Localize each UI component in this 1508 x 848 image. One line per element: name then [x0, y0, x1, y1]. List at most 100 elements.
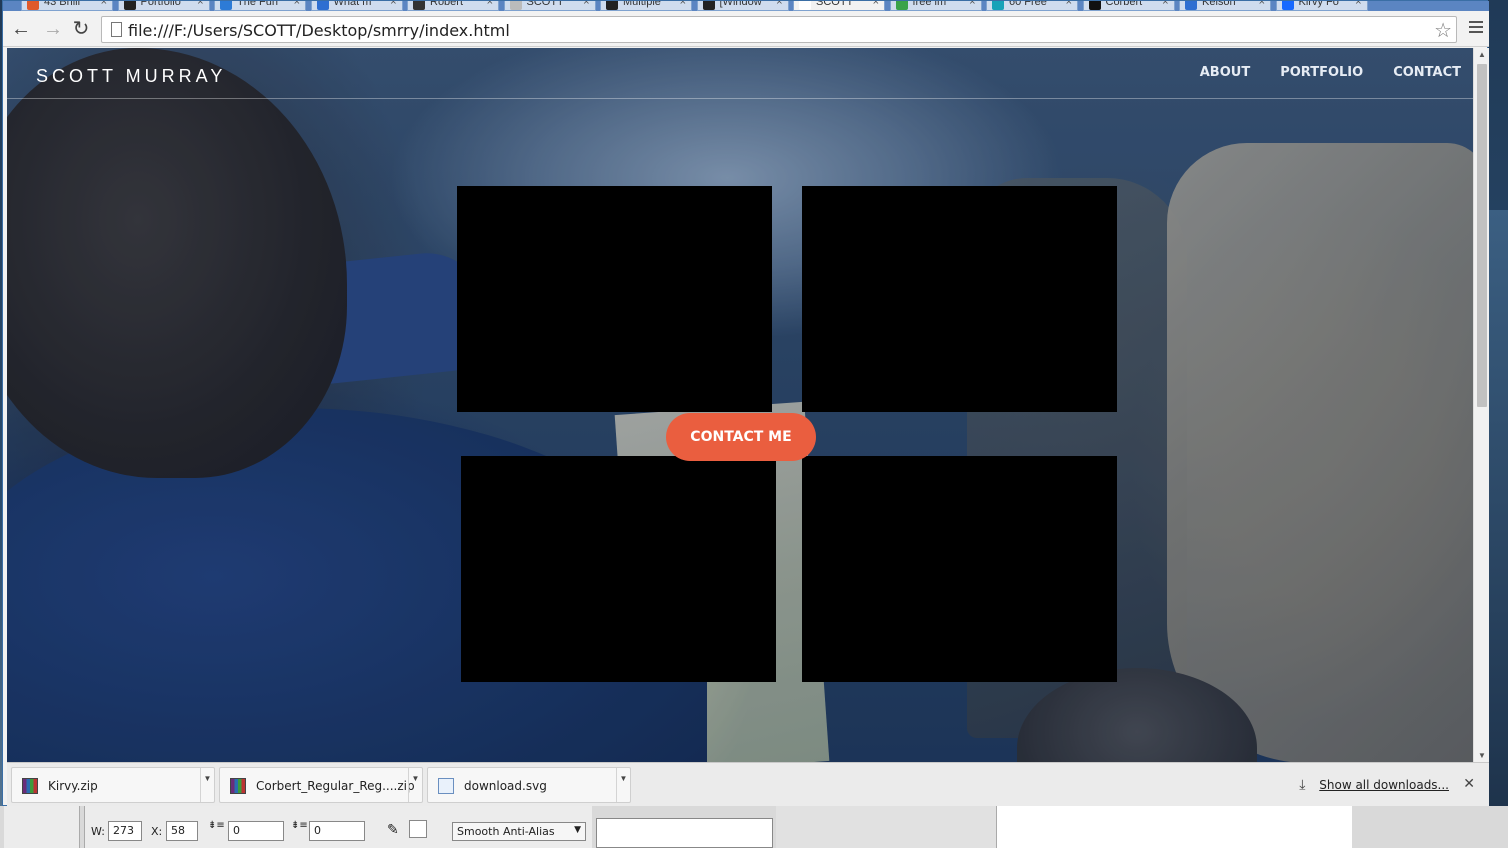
tracking-icon: ⇟≡ — [291, 820, 308, 831]
antialias-select[interactable]: Smooth Anti-Alias ▼ — [452, 822, 586, 841]
address-url[interactable]: file:///F:/Users/SCOTT/Desktop/smrry/ind… — [128, 21, 510, 40]
browser-tab[interactable]: SCOTT × — [503, 1, 596, 11]
reload-icon[interactable]: ↻ — [69, 17, 93, 41]
portfolio-tile-2[interactable] — [802, 186, 1117, 412]
x-field[interactable]: 58 — [166, 821, 198, 841]
tab-favicon-icon — [702, 1, 715, 10]
tab-favicon-icon — [509, 1, 522, 10]
forward-arrow-icon[interactable]: → — [41, 17, 65, 41]
portfolio-tile-3[interactable] — [461, 456, 776, 682]
download-arrow-icon: ⤓ — [1299, 777, 1306, 793]
tab-label: Portfolio — [140, 1, 181, 8]
webpage-viewport: SCOTT MURRAY ABOUT PORTFOLIO CONTACT CON… — [7, 48, 1473, 762]
browser-tab[interactable]: Robert × — [407, 1, 499, 11]
bookmark-star-icon[interactable]: ☆ — [1434, 18, 1452, 43]
tab-favicon-icon — [123, 1, 136, 10]
tab-close-icon[interactable]: × — [680, 1, 686, 8]
tab-favicon-icon — [316, 1, 329, 10]
chevron-down-icon: ▼ — [574, 825, 581, 835]
scroll-up-icon[interactable]: ▲ — [1478, 50, 1486, 59]
stroke-color-icon[interactable] — [409, 820, 427, 838]
browser-tab[interactable]: Portfolio × — [117, 1, 210, 11]
nav-contact[interactable]: CONTACT — [1393, 65, 1461, 80]
tab-close-icon[interactable]: × — [487, 1, 493, 8]
tab-favicon-icon — [27, 1, 39, 10]
pencil-icon[interactable]: ✎ — [387, 822, 399, 838]
background-app-left-panel — [4, 806, 80, 848]
page-icon — [111, 22, 122, 37]
chevron-down-icon[interactable]: ▼ — [200, 768, 214, 802]
browser-tab[interactable]: free im × — [889, 1, 982, 11]
site-brand[interactable]: SCOTT MURRAY — [36, 66, 226, 87]
download-item[interactable]: download.svg ▼ — [427, 767, 631, 803]
tab-label: What m — [333, 1, 372, 8]
browser-window: 43 Brilli × Portfolio × The Fun × What m × Rober… — [2, 0, 1489, 806]
scroll-down-icon[interactable]: ▼ — [1478, 751, 1486, 760]
tab-label: The Fun — [237, 1, 278, 8]
page-scrollbar[interactable]: ▲ ▼ — [1473, 48, 1489, 762]
tab-close-icon[interactable]: × — [1259, 1, 1265, 8]
tab-label: Kelson — [1202, 1, 1236, 8]
tab-label: Multiple — [623, 1, 661, 8]
back-arrow-icon[interactable]: ← — [9, 17, 33, 41]
width-label: W: — [91, 825, 105, 838]
tab-label: [Window — [719, 1, 762, 8]
download-filename: download.svg — [464, 779, 547, 793]
tab-close-icon[interactable]: × — [101, 1, 107, 8]
tab-label: 43 Brilli — [44, 1, 81, 8]
browser-tab[interactable]: 43 Brilli × — [21, 1, 113, 11]
background-app-field-area — [596, 818, 773, 848]
tab-close-icon[interactable]: × — [1355, 1, 1361, 8]
tab-label: Kirvy Fo — [1298, 1, 1339, 8]
tab-close-icon[interactable]: × — [390, 1, 396, 8]
tab-close-icon[interactable]: × — [1066, 1, 1072, 8]
chevron-down-icon[interactable]: ▼ — [408, 768, 422, 802]
show-all-downloads-link[interactable]: ⤓ Show all downloads... — [1299, 777, 1449, 793]
browser-tab[interactable]: The Fun × — [214, 1, 306, 11]
scrollbar-thumb[interactable] — [1477, 64, 1487, 407]
portfolio-tile-4[interactable] — [802, 456, 1117, 682]
tab-close-icon[interactable]: × — [873, 1, 879, 8]
browser-tab[interactable]: Kelson × — [1179, 1, 1271, 11]
tab-close-icon[interactable]: × — [969, 1, 975, 8]
nav-portfolio[interactable]: PORTFOLIO — [1280, 65, 1363, 80]
portfolio-tile-1[interactable] — [457, 186, 772, 412]
nav-about[interactable]: ABOUT — [1200, 65, 1250, 80]
leading-icon: ⇟≡ — [208, 820, 225, 831]
leading-field[interactable]: 0 — [228, 821, 284, 841]
background-app-canvas — [996, 806, 1352, 848]
browser-tab[interactable]: What m × — [310, 1, 403, 11]
download-filename: Corbert_Regular_Reg....zip — [256, 779, 415, 793]
tab-close-icon[interactable]: × — [197, 1, 203, 8]
show-all-downloads-label: Show all downloads... — [1319, 778, 1449, 792]
tab-label: Robert — [430, 1, 464, 8]
download-item[interactable]: Kirvy.zip ▼ — [11, 767, 215, 803]
chrome-menu-icon[interactable] — [1469, 21, 1483, 35]
tab-close-icon[interactable]: × — [294, 1, 300, 8]
x-label: X: — [151, 825, 163, 838]
address-bar[interactable]: file:///F:/Users/SCOTT/Desktop/smrry/ind… — [101, 16, 1457, 43]
contact-me-button[interactable]: CONTACT ME — [666, 413, 816, 461]
browser-tab[interactable]: 60 Free × — [986, 1, 1078, 11]
tracking-field[interactable]: 0 — [309, 821, 365, 841]
tab-close-icon[interactable]: × — [583, 1, 589, 8]
browser-tab[interactable]: Kirvy Fo × — [1275, 1, 1368, 11]
browser-tab[interactable]: SCOTT × — [793, 1, 885, 11]
tab-favicon-icon — [1281, 1, 1294, 10]
chevron-down-icon[interactable]: ▼ — [616, 768, 630, 802]
tab-close-icon[interactable]: × — [776, 1, 782, 8]
browser-tab[interactable]: Multiple × — [600, 1, 692, 11]
background-app-panel-gap — [776, 806, 996, 848]
close-icon[interactable]: ✕ — [1463, 775, 1475, 792]
browser-tab[interactable]: [Window × — [696, 1, 789, 11]
site-nav: ABOUT PORTFOLIO CONTACT — [1200, 65, 1461, 80]
tab-favicon-icon — [606, 1, 618, 10]
tab-label: SCOTT — [526, 1, 564, 8]
desktop-edge — [1488, 210, 1508, 848]
tab-label: free im — [912, 1, 947, 8]
browser-tab[interactable]: Corbert × — [1082, 1, 1175, 11]
width-field[interactable]: 273 — [108, 821, 142, 841]
tab-strip: 43 Brilli × Portfolio × The Fun × What m × Rober… — [3, 1, 1489, 11]
tab-close-icon[interactable]: × — [1162, 1, 1168, 8]
download-item[interactable]: Corbert_Regular_Reg....zip ▼ — [219, 767, 423, 803]
